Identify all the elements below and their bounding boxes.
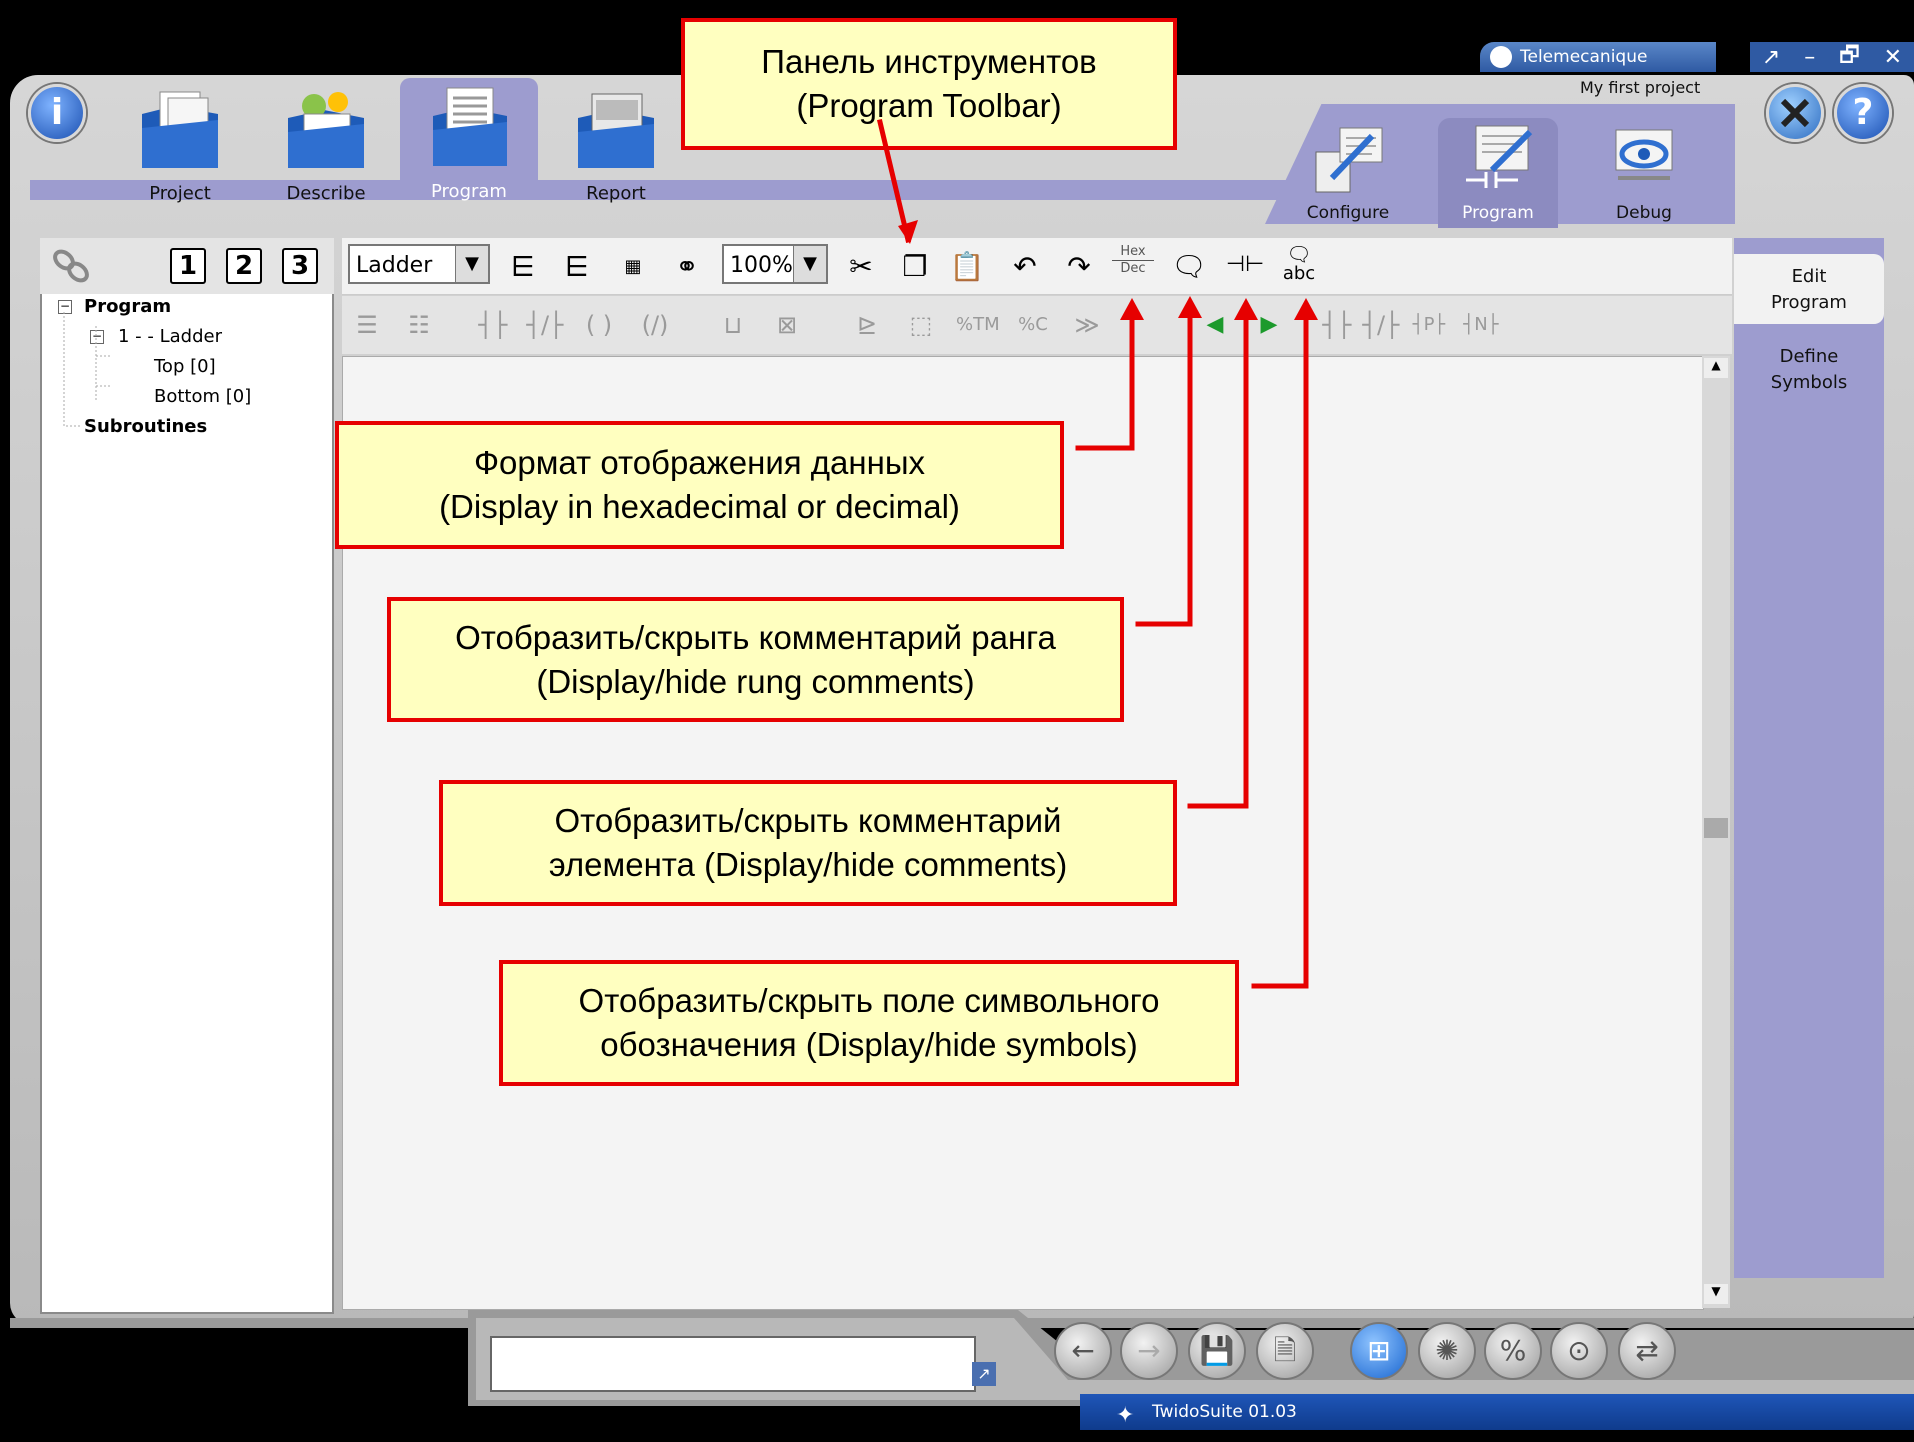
twidosuite-logo-icon: ✦ [1116, 1403, 1135, 1428]
percent-nav-button[interactable]: % [1484, 1322, 1542, 1380]
arrowhead-hexdec [1120, 298, 1144, 320]
arrow-hexdec [1075, 309, 1135, 451]
arrow-toolbar [876, 118, 912, 244]
callout-arrows [876, 118, 1318, 989]
expand-icon[interactable]: ↗ [972, 1362, 996, 1386]
arrow-element-comments [1187, 309, 1249, 809]
arrow-symbols [1251, 309, 1309, 989]
forward-button[interactable]: → [1120, 1322, 1178, 1380]
program-nav-button[interactable]: ⊞ [1350, 1322, 1408, 1380]
status-text: TwidoSuite 01.03 [1152, 1402, 1297, 1422]
arrowhead-element [1234, 298, 1258, 320]
binary-nav-button[interactable]: ⇄ [1618, 1322, 1676, 1380]
arrowhead-symbols [1294, 298, 1318, 320]
save-button[interactable]: 💾 [1188, 1322, 1246, 1380]
arrow-rung-comments [1135, 307, 1193, 627]
status-bar: ✦ TwidoSuite 01.03 [1080, 1394, 1914, 1430]
arrowhead-rung [1178, 296, 1202, 318]
export-button[interactable]: 🗎 [1256, 1322, 1314, 1380]
web-nav-button[interactable]: ✺ [1418, 1322, 1476, 1380]
command-input[interactable] [490, 1336, 976, 1392]
gauge-nav-button[interactable]: ⊙ [1550, 1322, 1608, 1380]
back-button[interactable]: ← [1054, 1322, 1112, 1380]
arrowhead-toolbar [898, 220, 918, 244]
